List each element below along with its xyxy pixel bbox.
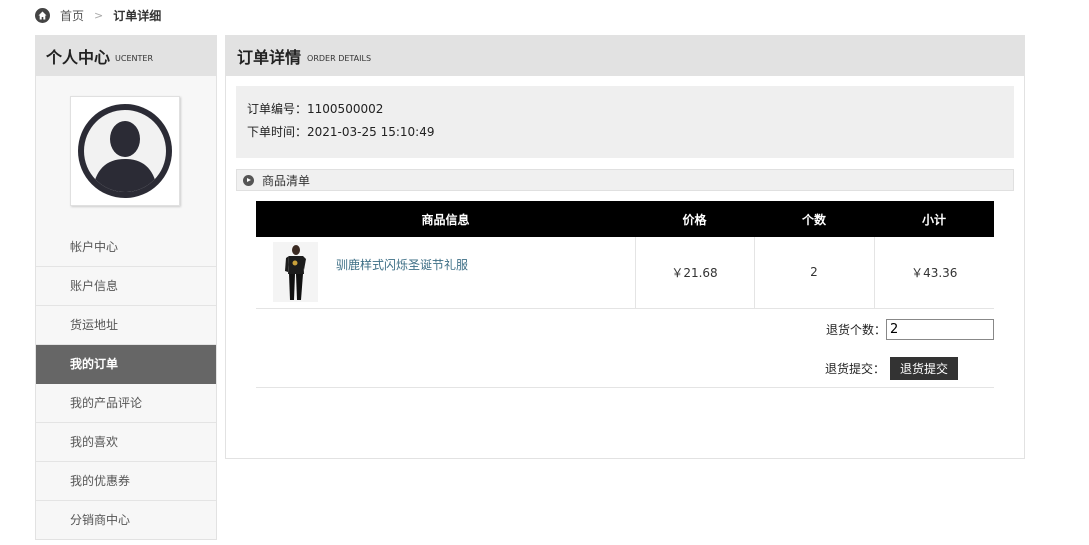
user-sidebar: 个人中心 UCENTER 帐户中心 账户信息 货运地址 我的订单 我的产品评论 … [35,35,217,540]
panel-header: 订单详情 ORDER DETAILS [226,36,1024,76]
return-quantity-row: 退货个数： [256,318,994,340]
sidebar-title: 个人中心 [46,48,111,67]
goods-list-header: 商品清单 [236,169,1014,191]
page-subtitle: ORDER DETAILS [307,53,372,63]
order-number-label: 订单编号： [247,102,308,116]
sidebar-item-account-info[interactable]: 账户信息 [36,267,216,306]
table-row: 驯鹿样式闪烁圣诞节礼服 ￥21.68 2 ￥43.36 [256,237,994,309]
order-info: 订单编号：1100500002 下单时间：2021-03-25 15:10:49 [236,86,1014,158]
column-header-price: 价格 [635,201,754,237]
user-avatar-icon [78,104,172,198]
sidebar-item-distributor-center[interactable]: 分销商中心 [36,501,216,540]
order-time-value: 2021-03-25 15:10:49 [307,125,435,139]
divider [256,387,994,388]
breadcrumb-current: 订单详细 [113,8,162,23]
return-submit-row: 退货提交： 退货提交 [256,356,994,381]
sidebar-item-my-orders[interactable]: 我的订单 [36,345,216,384]
breadcrumb: 首页 > 订单详细 [35,6,161,24]
page-title: 订单详情 [237,48,302,67]
order-detail-panel: 订单详情 ORDER DETAILS 订单编号：1100500002 下单时间：… [225,35,1025,459]
sidebar-header: 个人中心 UCENTER [36,36,216,76]
sidebar-item-coupons[interactable]: 我的优惠券 [36,462,216,501]
avatar[interactable] [70,96,180,206]
product-name-link[interactable]: 驯鹿样式闪烁圣诞节礼服 [336,256,468,273]
home-icon[interactable] [35,7,50,23]
column-header-product: 商品信息 [256,201,635,237]
product-image-icon [273,242,318,302]
subtotal-cell: ￥43.36 [873,237,994,309]
sidebar-subtitle: UCENTER [115,53,153,63]
order-time-row: 下单时间：2021-03-25 15:10:49 [247,125,1014,148]
order-number-value: 1100500002 [307,102,384,116]
column-header-quantity: 个数 [754,201,874,237]
sidebar-menu: 帐户中心 账户信息 货运地址 我的订单 我的产品评论 我的喜欢 我的优惠券 分销… [36,228,216,540]
order-time-label: 下单时间： [247,125,308,139]
breadcrumb-separator: > [94,8,104,22]
sidebar-item-favorites[interactable]: 我的喜欢 [36,423,216,462]
table-header-row: 商品信息 价格 个数 小计 [256,201,994,237]
breadcrumb-home-link[interactable]: 首页 [60,7,84,24]
return-submit-button[interactable]: 退货提交 [890,357,958,380]
return-submit-label: 退货提交： [824,362,885,376]
return-quantity-label: 退货个数： [825,322,886,337]
column-header-subtotal: 小计 [874,201,994,237]
sidebar-item-shipping-address[interactable]: 货运地址 [36,306,216,345]
goods-table: 商品信息 价格 个数 小计 驯鹿样式闪烁圣诞节礼服 ￥21.68 2 ￥43.3… [256,201,994,309]
product-cell: 驯鹿样式闪烁圣诞节礼服 [256,237,635,309]
goods-list-title: 商品清单 [262,173,311,188]
price-cell: ￥21.68 [634,237,754,309]
product-thumbnail[interactable] [273,242,318,302]
sidebar-item-product-reviews[interactable]: 我的产品评论 [36,384,216,423]
play-circle-icon [243,174,254,186]
order-number-row: 订单编号：1100500002 [247,102,1014,125]
return-quantity-input[interactable] [886,318,994,340]
quantity-cell: 2 [753,237,874,309]
sidebar-item-account-center[interactable]: 帐户中心 [36,228,216,267]
